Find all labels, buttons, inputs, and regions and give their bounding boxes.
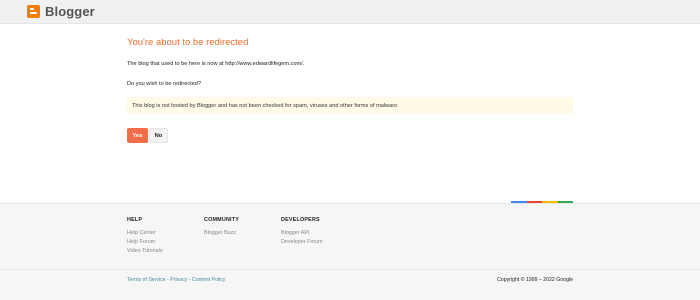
footer: HELP Help Center Help Forum Video Tutori… [0,203,700,300]
legal-links: Terms of Service - Privacy - Content Pol… [127,277,225,283]
footer-col-help: HELP Help Center Help Forum Video Tutori… [127,217,204,256]
footer-heading-community: COMMUNITY [204,217,240,223]
redirect-panel: You're about to be redirected The blog t… [127,37,573,143]
video-tutorials-link[interactable]: Video Tutorials [127,247,204,256]
malware-notice: This blog is not hosted by Blogger and h… [127,97,573,114]
blogger-api-link[interactable]: Blogger API [281,229,361,238]
terms-link[interactable]: Terms of Service [127,277,166,283]
content-policy-link[interactable]: Content Policy [192,277,225,283]
footer-bottom: Terms of Service - Privacy - Content Pol… [127,277,573,283]
redirect-question: Do you wish to be redirected? [127,81,202,87]
footer-heading-help: HELP [127,217,143,223]
page-title: You're about to be redirected [127,37,249,48]
privacy-link[interactable]: Privacy [170,277,187,283]
footer-col-developers: DEVELOPERS Blogger API Developer Forum [281,217,361,256]
developer-forum-link[interactable]: Developer Forum [281,238,361,247]
no-button[interactable]: No [149,128,168,143]
top-bar: Blogger [0,0,700,24]
copyright: Copyright © 1999 – 2022 Google [497,277,573,283]
help-forum-link[interactable]: Help Forum [127,238,204,247]
footer-columns: HELP Help Center Help Forum Video Tutori… [127,217,361,256]
footer-col-community: COMMUNITY Blogger Buzz [204,217,281,256]
blogger-buzz-link[interactable]: Blogger Buzz [204,229,281,238]
logo-text: Blogger [45,4,95,19]
yes-button[interactable]: Yes [127,128,148,143]
footer-heading-developers: DEVELOPERS [281,217,320,223]
blogger-logo[interactable]: Blogger [27,4,95,19]
moved-message: The blog that used to be here is now at … [127,61,305,67]
button-group: Yes No [127,128,573,143]
blogger-icon [27,5,40,18]
help-center-link[interactable]: Help Center [127,229,204,238]
footer-divider [0,269,700,270]
